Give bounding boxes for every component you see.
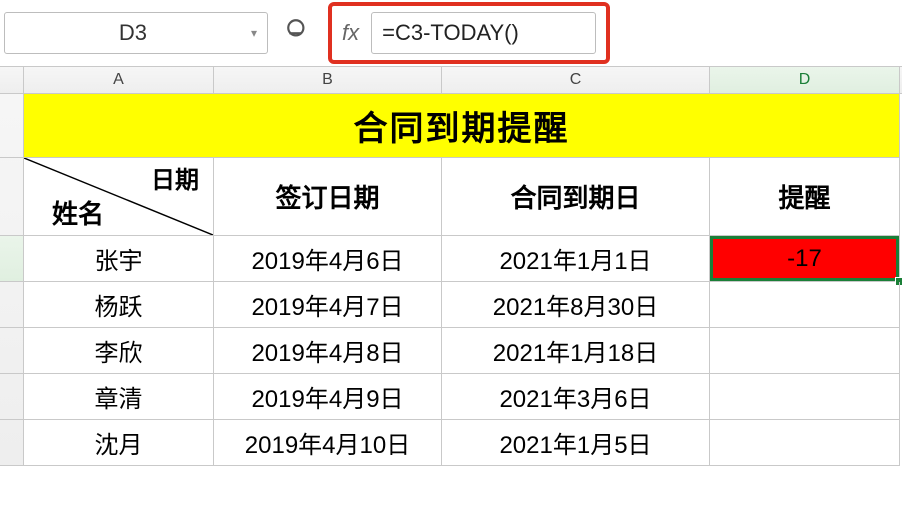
cell-sign[interactable]: 2019年4月9日: [214, 374, 442, 420]
cell-sign[interactable]: 2019年4月7日: [214, 282, 442, 328]
table-row: 杨跃 2019年4月7日 2021年8月30日: [24, 282, 902, 328]
chevron-down-icon[interactable]: ▾: [251, 26, 257, 40]
cell-sign[interactable]: 2019年4月8日: [214, 328, 442, 374]
cell-remind[interactable]: [710, 420, 900, 466]
header-remind[interactable]: 提醒: [710, 158, 900, 236]
row-header[interactable]: [0, 374, 23, 420]
col-header-a[interactable]: A: [24, 67, 214, 93]
table-row: 张宇 2019年4月6日 2021年1月1日 -17: [24, 236, 902, 282]
row-header[interactable]: [0, 328, 23, 374]
select-all-corner[interactable]: [0, 67, 24, 93]
cell-name[interactable]: 李欣: [24, 328, 214, 374]
header-sign-date[interactable]: 签订日期: [214, 158, 442, 236]
cell-due[interactable]: 2021年1月5日: [442, 420, 710, 466]
name-box[interactable]: D3 ▾: [4, 12, 268, 54]
table-row: 章清 2019年4月9日 2021年3月6日: [24, 374, 902, 420]
header-name-date[interactable]: 日期 姓名: [24, 158, 214, 236]
formula-text: =C3-TODAY(): [382, 20, 519, 46]
row-header[interactable]: [0, 420, 23, 466]
formula-bar-area: D3 ▾ fx =C3-TODAY(): [0, 0, 902, 66]
cell-remind[interactable]: [710, 374, 900, 420]
cell-remind-selected[interactable]: -17: [710, 236, 900, 282]
name-box-value: D3: [15, 20, 251, 46]
col-header-c[interactable]: C: [442, 67, 710, 93]
row-header[interactable]: [0, 282, 23, 328]
cell-name[interactable]: 沈月: [24, 420, 214, 466]
header-date-label: 日期: [151, 160, 199, 195]
col-header-d[interactable]: D: [710, 67, 900, 93]
cell-value: -17: [787, 245, 822, 273]
cell-sign[interactable]: 2019年4月6日: [214, 236, 442, 282]
col-header-b[interactable]: B: [214, 67, 442, 93]
fx-icon[interactable]: fx: [338, 20, 363, 46]
cell-due[interactable]: 2021年1月18日: [442, 328, 710, 374]
header-name-label: 姓名: [52, 194, 104, 231]
cell-name[interactable]: 张宇: [24, 236, 214, 282]
diagonal-split: 日期 姓名: [24, 158, 213, 235]
table-row: 日期 姓名 签订日期 合同到期日 提醒: [24, 158, 902, 236]
cell-name[interactable]: 杨跃: [24, 282, 214, 328]
cell-due[interactable]: 2021年1月1日: [442, 236, 710, 282]
table-row: 沈月 2019年4月10日 2021年1月5日: [24, 420, 902, 466]
table-row: 李欣 2019年4月8日 2021年1月18日: [24, 328, 902, 374]
title-cell[interactable]: 合同到期提醒: [24, 94, 900, 158]
spreadsheet: A B C D 合同到期提醒: [0, 66, 902, 466]
cell-remind[interactable]: [710, 328, 900, 374]
header-due-date[interactable]: 合同到期日: [442, 158, 710, 236]
formula-callout: fx =C3-TODAY(): [328, 2, 610, 64]
row-headers: [0, 94, 24, 466]
formula-input[interactable]: =C3-TODAY(): [371, 12, 596, 54]
cell-remind[interactable]: [710, 282, 900, 328]
table-row: 合同到期提醒: [24, 94, 902, 158]
cell-due[interactable]: 2021年8月30日: [442, 282, 710, 328]
row-header[interactable]: [0, 236, 23, 282]
search-icon[interactable]: [276, 17, 320, 50]
column-headers: A B C D: [0, 66, 902, 94]
cell-due[interactable]: 2021年3月6日: [442, 374, 710, 420]
row-header[interactable]: [0, 158, 23, 236]
cell-sign[interactable]: 2019年4月10日: [214, 420, 442, 466]
row-header[interactable]: [0, 94, 23, 158]
cell-name[interactable]: 章清: [24, 374, 214, 420]
